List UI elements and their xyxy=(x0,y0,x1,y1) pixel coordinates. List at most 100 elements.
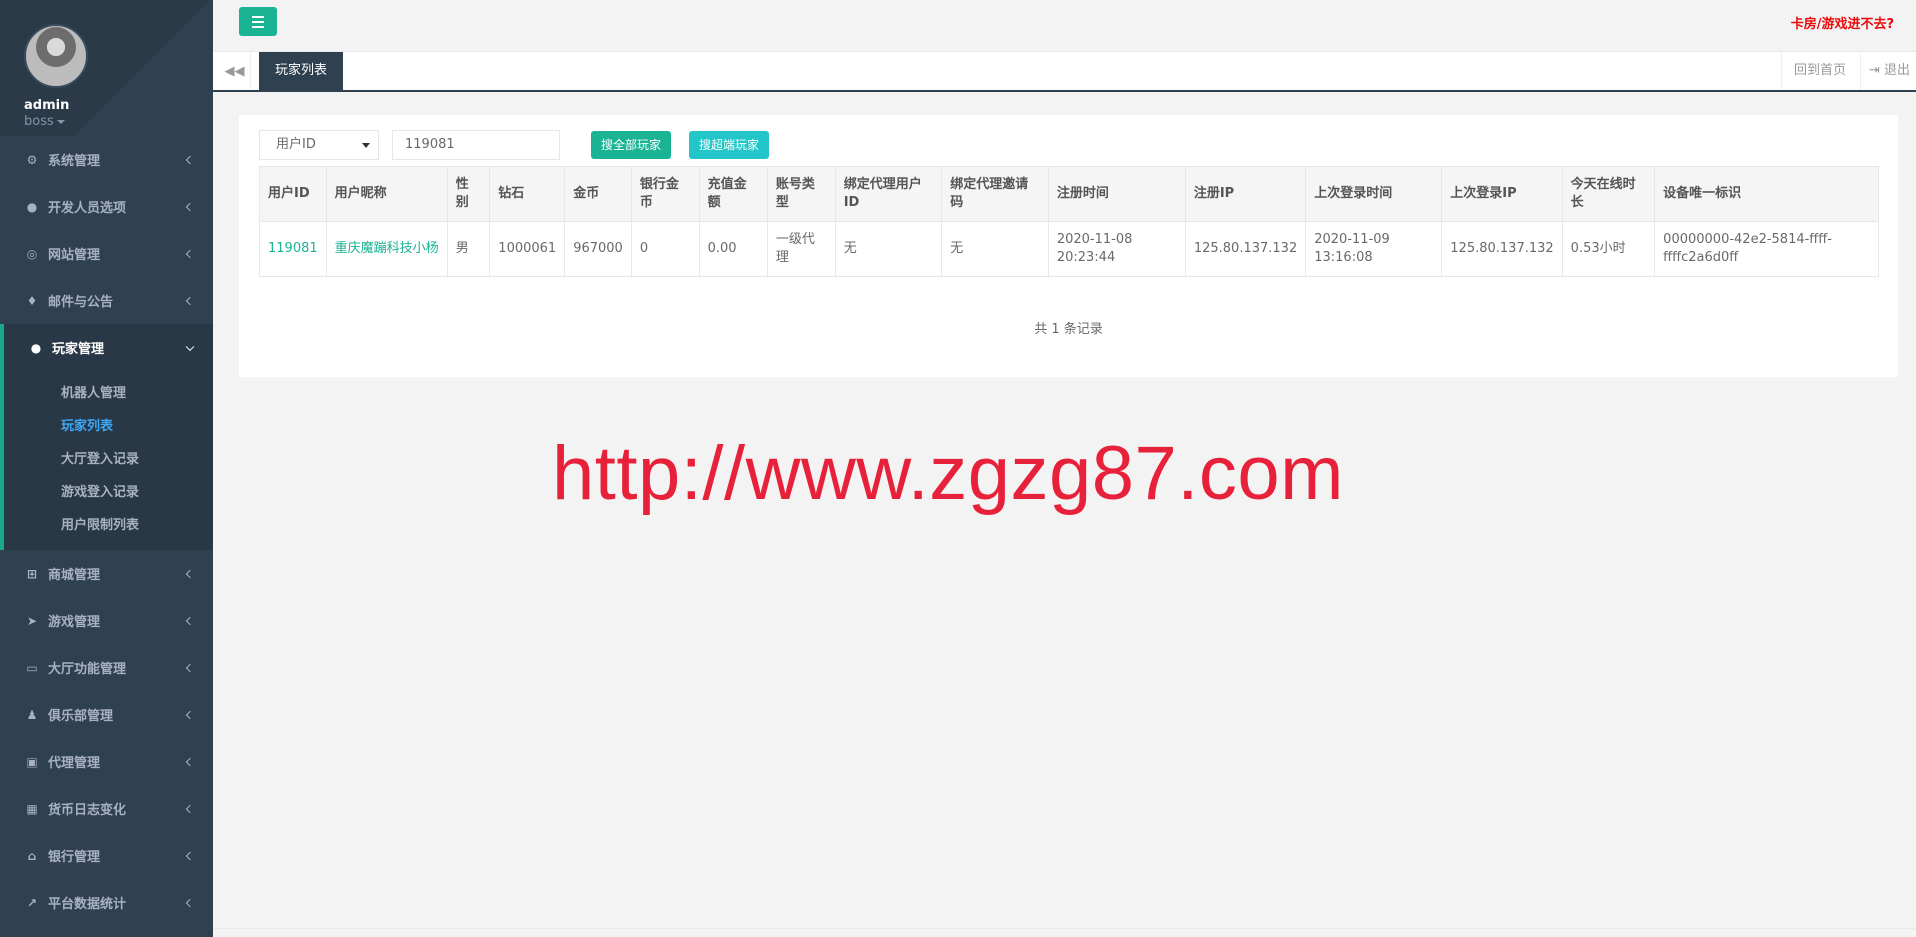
user-icon: ● xyxy=(30,340,42,355)
sidebar-subitem-game-login[interactable]: 游戏登入记录 xyxy=(4,476,213,509)
cell-bank-gold: 0 xyxy=(630,221,700,277)
profile-block: admin boss xyxy=(0,0,213,136)
sidebar-item-system[interactable]: ⚙ 系统管理 xyxy=(0,136,213,183)
sidebar-item-label: 系统管理 xyxy=(48,154,101,169)
gamepad-icon: ● xyxy=(26,199,38,214)
sidebar: admin boss ⚙ 系统管理 ● 开发人员选项 ◎ 网站管理 ♦ 邮件与公… xyxy=(0,0,213,937)
sidebar-item-label: 开发人员选项 xyxy=(48,201,127,216)
chevron-left-icon xyxy=(185,898,195,907)
sidebar-subitem-user-limits[interactable]: 用户限制列表 xyxy=(4,509,213,542)
sidebar-item-lobby[interactable]: ▭ 大厅功能管理 xyxy=(0,644,213,691)
col-header[interactable]: 用户ID xyxy=(259,166,327,222)
cell-online-today: 0.53小时 xyxy=(1561,221,1656,277)
col-header[interactable]: 钻石 xyxy=(489,166,566,222)
watermark-text: http://www.zgzg87.com xyxy=(552,431,1344,516)
help-link[interactable]: 卡房/游戏进不去? xyxy=(1791,13,1894,32)
sidebar-item-developer[interactable]: ● 开发人员选项 xyxy=(0,183,213,230)
cell-agent-id: 无 xyxy=(834,221,943,277)
chevron-left-icon xyxy=(185,710,195,719)
sidebar-item-bank[interactable]: ⌂ 银行管理 xyxy=(0,832,213,879)
top-navbar: 卡房/游戏进不去? xyxy=(213,0,1916,52)
sidebar-item-players[interactable]: ● 玩家管理 xyxy=(0,324,213,371)
rocket-icon: ➤ xyxy=(26,613,38,628)
sidebar-item-mail[interactable]: ♦ 邮件与公告 xyxy=(0,277,213,324)
col-header[interactable]: 银行金币 xyxy=(630,166,700,222)
search-input[interactable]: 119081 xyxy=(392,130,560,160)
sidebar-item-clubs[interactable]: ♟ 俱乐部管理 xyxy=(0,691,213,738)
col-header[interactable]: 绑定代理用户ID xyxy=(834,166,943,222)
search-all-players-button[interactable]: 搜全部玩家 xyxy=(591,131,672,159)
cell-gender: 男 xyxy=(446,221,491,277)
sidebar-item-label: 游戏管理 xyxy=(48,615,101,630)
sidebar-subitem-player-list[interactable]: 玩家列表 xyxy=(4,410,213,443)
cell-agent-code: 无 xyxy=(941,221,1049,277)
sidebar-item-label: 货币日志变化 xyxy=(48,803,127,818)
profile-role-dropdown[interactable]: boss xyxy=(24,114,213,129)
sidebar-subitem-lobby-login[interactable]: 大厅登入记录 xyxy=(4,443,213,476)
cell-gold: 967000 xyxy=(564,221,632,277)
col-header[interactable]: 上次登录时间 xyxy=(1305,166,1443,222)
chevron-left-icon xyxy=(185,851,195,860)
bank-icon: ⌂ xyxy=(27,848,37,863)
col-header[interactable]: 注册IP xyxy=(1184,166,1307,222)
back-home-button[interactable]: 回到首页 xyxy=(1780,52,1858,90)
tab-player-list[interactable]: 玩家列表 xyxy=(259,52,344,90)
sidebar-item-shop[interactable]: ⊞ 商城管理 xyxy=(0,550,213,597)
users-icon: ♟ xyxy=(26,707,38,722)
sidebar-item-website[interactable]: ◎ 网站管理 xyxy=(0,230,213,277)
tab-scroll-left-button[interactable]: ◀◀ xyxy=(219,52,251,90)
col-header[interactable]: 金币 xyxy=(564,166,632,222)
content-panel: 用户ID 119081 搜全部玩家 搜超端玩家 用户ID 用户昵称 性别 钻石 … xyxy=(239,115,1898,377)
sidebar-subitem-robots[interactable]: 机器人管理 xyxy=(4,377,213,410)
cell-user-id[interactable]: 119081 xyxy=(259,221,327,277)
chevron-left-icon xyxy=(185,296,195,305)
sidebar-item-currency-log[interactable]: ▦ 货币日志变化 xyxy=(0,785,213,832)
profile-role-label: boss xyxy=(24,114,54,129)
cell-last-login-time: 2020-11-09 13:16:08 xyxy=(1305,221,1443,277)
cell-register-ip: 125.80.137.132 xyxy=(1184,221,1307,277)
sign-out-icon: ⇥ xyxy=(1868,63,1880,78)
sidebar-item-label: 银行管理 xyxy=(48,850,101,865)
hamburger-icon xyxy=(252,15,264,18)
sidebar-item-label: 大厅功能管理 xyxy=(48,662,127,677)
caret-down-icon xyxy=(56,119,65,124)
col-header[interactable]: 充值金额 xyxy=(698,166,768,222)
table-row[interactable]: 119081 重庆魔蹦科技小杨 男 1000061 967000 0 0.00 … xyxy=(259,221,1879,277)
col-header[interactable]: 账号类型 xyxy=(766,166,836,222)
lock-icon: ▣ xyxy=(26,754,38,769)
sidebar-item-label: 俱乐部管理 xyxy=(48,709,114,724)
sidebar-toggle-button[interactable] xyxy=(239,7,277,36)
cell-account-type: 一级代理 xyxy=(766,221,836,277)
col-header[interactable]: 性别 xyxy=(446,166,491,222)
bell-icon: ♦ xyxy=(26,293,38,308)
logout-button[interactable]: ⇥ 退出 xyxy=(1859,52,1916,90)
col-header[interactable]: 设备唯一标识 xyxy=(1654,166,1879,222)
double-chevron-left-icon: ◀◀ xyxy=(224,63,245,79)
sidebar-item-stats[interactable]: ↗ 平台数据统计 xyxy=(0,879,213,926)
col-header[interactable]: 注册时间 xyxy=(1047,166,1186,222)
cell-diamonds: 1000061 xyxy=(489,221,566,277)
tab-bar: ◀◀ 玩家列表 回到首页 ⇥ 退出 xyxy=(213,52,1916,92)
cart-icon: ⊞ xyxy=(26,566,38,581)
col-header[interactable]: 上次登录IP xyxy=(1441,166,1563,222)
col-header[interactable]: 今天在线时长 xyxy=(1561,166,1656,222)
player-table: 用户ID 用户昵称 性别 钻石 金币 银行金币 充值金额 账号类型 绑定代理用户… xyxy=(259,166,1879,277)
sidebar-item-games[interactable]: ➤ 游戏管理 xyxy=(0,597,213,644)
desktop-icon: ▭ xyxy=(26,660,38,675)
caret-down-icon xyxy=(362,143,370,148)
sidebar-item-agents[interactable]: ▣ 代理管理 xyxy=(0,738,213,785)
sidebar-nav: ⚙ 系统管理 ● 开发人员选项 ◎ 网站管理 ♦ 邮件与公告 ● 玩家管理 机器… xyxy=(0,136,213,926)
search-super-players-button[interactable]: 搜超端玩家 xyxy=(689,131,770,159)
search-field-select[interactable]: 用户ID xyxy=(259,130,379,160)
cell-recharge: 0.00 xyxy=(698,221,768,277)
chevron-left-icon xyxy=(185,202,195,211)
col-header[interactable]: 绑定代理邀请码 xyxy=(941,166,1049,222)
col-header[interactable]: 用户昵称 xyxy=(325,166,448,222)
table-header-row: 用户ID 用户昵称 性别 钻石 金币 银行金币 充值金额 账号类型 绑定代理用户… xyxy=(259,166,1879,222)
cell-nickname[interactable]: 重庆魔蹦科技小杨 xyxy=(325,221,448,277)
profile-name[interactable]: admin xyxy=(24,98,213,113)
chevron-left-icon xyxy=(185,757,195,766)
cell-last-login-ip: 125.80.137.132 xyxy=(1441,221,1563,277)
footer-divider xyxy=(213,928,1916,929)
avatar[interactable] xyxy=(24,24,88,88)
